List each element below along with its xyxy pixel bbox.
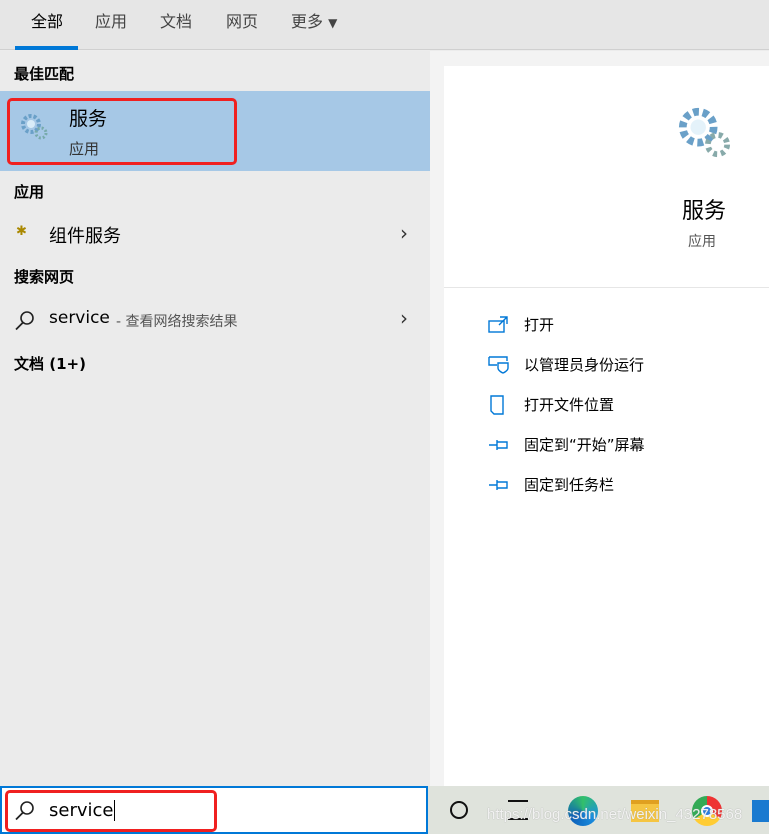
gears-icon xyxy=(678,107,731,158)
open-icon xyxy=(488,315,508,333)
section-documents[interactable]: 文档 (1+) xyxy=(14,353,86,374)
section-apps: 应用 xyxy=(14,183,45,201)
tab-apps[interactable]: 应用 xyxy=(95,8,127,32)
search-icon xyxy=(15,311,34,331)
shield-icon xyxy=(488,355,509,374)
detail-card: 服务 应用 打开 以管理员身份运行 打开文件位置 固定到“开始”屏幕 固定到任务… xyxy=(444,66,769,786)
pin-icon xyxy=(489,439,508,450)
active-tab-indicator xyxy=(15,46,78,50)
action-run-as-admin[interactable]: 以管理员身份运行 xyxy=(488,354,644,375)
app-label: 组件服务 xyxy=(49,226,121,247)
action-label: 打开 xyxy=(524,316,555,334)
tab-documents[interactable]: 文档 xyxy=(160,8,192,32)
web-search-item[interactable]: service - 查看网络搜索结果 › xyxy=(0,299,430,339)
section-web: 搜索网页 xyxy=(14,268,75,286)
mail-icon[interactable] xyxy=(752,800,769,822)
tab-web[interactable]: 网页 xyxy=(226,8,258,32)
action-label: 以管理员身份运行 xyxy=(524,356,645,374)
action-pin-to-taskbar[interactable]: 固定到任务栏 xyxy=(488,474,614,495)
web-query: service xyxy=(49,308,110,328)
highlight-box xyxy=(5,790,217,832)
component-services-icon: ✱ xyxy=(16,224,27,239)
results-panel: 最佳匹配 服务 应用 应用 ✱ 组件服务 › 搜索网页 service - 查看… xyxy=(0,51,430,786)
action-label: 固定到“开始”屏幕 xyxy=(524,436,645,454)
watermark: https://blog.csdn.net/weixin_43278568 xyxy=(487,806,743,823)
highlight-box xyxy=(7,98,237,165)
action-open-file-location[interactable]: 打开文件位置 xyxy=(488,394,614,415)
tab-more[interactable]: 更多 ▼ xyxy=(291,8,337,32)
folder-icon xyxy=(490,394,504,415)
cortana-icon[interactable] xyxy=(450,801,468,819)
tab-more-label: 更多 xyxy=(291,12,324,31)
app-component-services[interactable]: ✱ 组件服务 › xyxy=(0,214,430,254)
action-open[interactable]: 打开 xyxy=(488,314,554,335)
action-label: 打开文件位置 xyxy=(524,396,615,414)
detail-title: 服务 xyxy=(682,199,727,224)
divider xyxy=(444,287,769,288)
detail-panel: 服务 应用 打开 以管理员身份运行 打开文件位置 固定到“开始”屏幕 固定到任务… xyxy=(430,51,769,786)
tab-all[interactable]: 全部 xyxy=(31,8,63,32)
section-best-match: 最佳匹配 xyxy=(14,65,75,83)
caret-down-icon: ▼ xyxy=(328,16,338,30)
pin-icon xyxy=(489,479,508,490)
action-pin-to-start[interactable]: 固定到“开始”屏幕 xyxy=(488,434,645,455)
filter-tabs: 全部 应用 文档 网页 更多 ▼ xyxy=(0,0,769,50)
chevron-right-icon: › xyxy=(400,221,408,245)
chevron-right-icon: › xyxy=(400,306,408,330)
action-label: 固定到任务栏 xyxy=(524,476,615,494)
web-suffix: - 查看网络搜索结果 xyxy=(116,314,238,330)
detail-subtitle: 应用 xyxy=(688,234,716,250)
